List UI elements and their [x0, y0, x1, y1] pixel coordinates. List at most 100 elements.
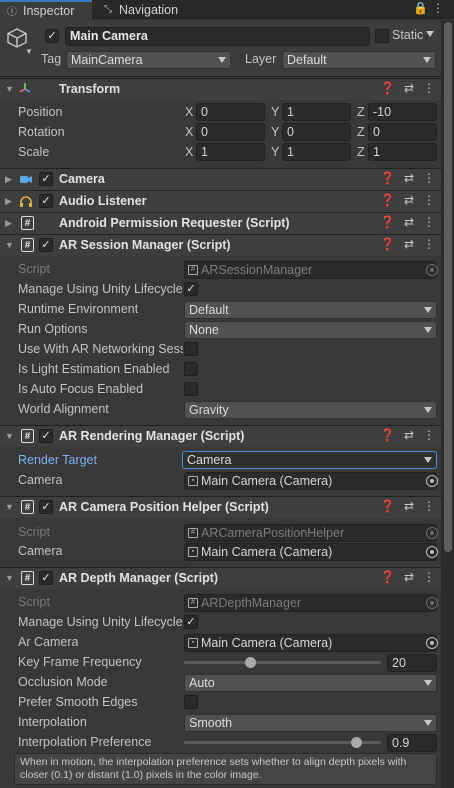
axis-y-label[interactable]: Y — [271, 125, 279, 139]
help-icon[interactable]: ❓ — [380, 428, 395, 442]
help-icon[interactable]: ❓ — [380, 81, 395, 95]
preset-icon[interactable]: ⇄ — [404, 428, 414, 442]
preset-icon[interactable]: ⇄ — [404, 171, 414, 185]
foldout-expanded-icon[interactable]: ▼ — [5, 431, 14, 441]
more-menu-icon[interactable]: ⋮ — [423, 428, 435, 442]
foldout-expanded-icon[interactable]: ▼ — [5, 502, 14, 512]
lock-icon[interactable]: 🔒 — [413, 1, 432, 15]
manage-lifecycle-checkbox[interactable]: ✓ — [184, 282, 198, 296]
more-menu-icon[interactable]: ⋮ — [423, 570, 435, 584]
layer-dropdown[interactable]: Default — [282, 51, 436, 69]
interpolation-preference-input[interactable]: 0.9 — [387, 734, 437, 752]
preset-icon[interactable]: ⇄ — [404, 570, 414, 584]
axis-x-label[interactable]: X — [185, 145, 193, 159]
runtime-env-dropdown[interactable]: Default — [184, 301, 437, 319]
axis-x-label[interactable]: X — [185, 125, 193, 139]
preset-icon[interactable]: ⇄ — [404, 81, 414, 95]
render-target-dropdown[interactable]: Camera — [182, 451, 437, 469]
ar-session-manager-header[interactable]: ▼ # ✓ AR Session Manager (Script) ❓ ⇄ ⋮ — [0, 234, 441, 256]
more-menu-icon[interactable]: ⋮ — [423, 81, 435, 95]
occlusion-mode-dropdown[interactable]: Auto — [184, 674, 437, 692]
foldout-collapsed-icon[interactable]: ▶ — [5, 174, 12, 185]
transform-header[interactable]: ▼ Transform ❓ ⇄ ⋮ — [0, 78, 441, 100]
key-frame-frequency-input[interactable]: 20 — [387, 654, 437, 672]
axis-z-label[interactable]: Z — [357, 145, 365, 159]
help-icon[interactable]: ❓ — [380, 237, 395, 251]
axis-z-label[interactable]: Z — [357, 125, 365, 139]
more-menu-icon[interactable]: ⋮ — [423, 499, 435, 513]
camera-enabled-checkbox[interactable]: ✓ — [39, 172, 53, 186]
audio-listener-enabled-checkbox[interactable]: ✓ — [39, 194, 53, 208]
axis-x-label[interactable]: X — [185, 105, 193, 119]
foldout-collapsed-icon[interactable]: ▶ — [5, 196, 12, 207]
scale-y-input[interactable]: 1 — [282, 143, 351, 161]
axis-y-label[interactable]: Y — [271, 105, 279, 119]
help-icon[interactable]: ❓ — [380, 215, 395, 229]
help-icon[interactable]: ❓ — [380, 193, 395, 207]
rotation-z-input[interactable]: 0 — [368, 123, 437, 141]
networking-checkbox[interactable] — [184, 342, 198, 356]
depth-manage-lifecycle-checkbox[interactable]: ✓ — [184, 615, 198, 629]
axis-z-label[interactable]: Z — [357, 105, 365, 119]
cam-pos-camera-field[interactable]: ▪ Main Camera (Camera) — [184, 543, 437, 561]
more-menu-icon[interactable]: ⋮ — [432, 1, 448, 15]
camera-component-header[interactable]: ▶ ✓ Camera ❓ ⇄ ⋮ — [0, 168, 441, 190]
position-x-input[interactable]: 0 — [196, 103, 265, 121]
gameobject-active-checkbox[interactable]: ✓ — [45, 29, 59, 43]
ar-depth-manager-header[interactable]: ▼ # ✓ AR Depth Manager (Script) ❓ ⇄ ⋮ — [0, 567, 441, 589]
preset-icon[interactable]: ⇄ — [404, 499, 414, 513]
object-picker-icon[interactable] — [426, 546, 438, 558]
foldout-expanded-icon[interactable]: ▼ — [5, 240, 14, 250]
ar-rendering-manager-header[interactable]: ▼ # ✓ AR Rendering Manager (Script) ❓ ⇄ ⋮ — [0, 425, 441, 447]
key-frame-frequency-slider-knob[interactable] — [245, 657, 257, 668]
more-menu-icon[interactable]: ⋮ — [423, 237, 435, 251]
more-menu-icon[interactable]: ⋮ — [423, 171, 435, 185]
scale-z-input[interactable]: 1 — [368, 143, 437, 161]
object-picker-icon[interactable] — [426, 637, 438, 649]
foldout-expanded-icon[interactable]: ▼ — [5, 84, 14, 94]
world-alignment-dropdown[interactable]: Gravity — [184, 401, 437, 419]
rendering-enabled-checkbox[interactable]: ✓ — [39, 429, 53, 443]
help-icon[interactable]: ❓ — [380, 171, 395, 185]
ar-camera-position-helper-header[interactable]: ▼ # ✓ AR Camera Position Helper (Script)… — [0, 496, 441, 518]
axis-y-label[interactable]: Y — [271, 145, 279, 159]
cam-pos-enabled-checkbox[interactable]: ✓ — [39, 500, 53, 514]
depth-ar-camera-field[interactable]: ▪ Main Camera (Camera) — [184, 634, 437, 652]
static-dropdown-caret-icon[interactable] — [426, 31, 434, 37]
preset-icon[interactable]: ⇄ — [404, 215, 414, 229]
position-y-input[interactable]: 1 — [282, 103, 351, 121]
run-options-dropdown[interactable]: None — [184, 321, 437, 339]
rotation-y-input[interactable]: 0 — [282, 123, 351, 141]
position-z-input[interactable]: -10 — [368, 103, 437, 121]
static-checkbox[interactable] — [375, 29, 389, 43]
gameobject-name-input[interactable]: Main Camera — [65, 27, 370, 46]
more-menu-icon[interactable]: ⋮ — [423, 215, 435, 229]
icon-dropdown-caret-icon[interactable]: ▼ — [25, 47, 33, 56]
prefer-smooth-edges-checkbox[interactable] — [184, 695, 198, 709]
more-menu-icon[interactable]: ⋮ — [423, 193, 435, 207]
interpolation-dropdown[interactable]: Smooth — [184, 714, 437, 732]
object-picker-icon[interactable] — [426, 475, 438, 487]
tab-navigation[interactable]: ⤡ Navigation — [98, 0, 198, 19]
tag-dropdown[interactable]: MainCamera — [66, 51, 231, 69]
session-enabled-checkbox[interactable]: ✓ — [39, 238, 53, 252]
audio-listener-header[interactable]: ▶ ✓ Audio Listener ❓ ⇄ ⋮ — [0, 190, 441, 212]
foldout-expanded-icon[interactable]: ▼ — [5, 573, 14, 583]
preset-icon[interactable]: ⇄ — [404, 237, 414, 251]
light-estimation-checkbox[interactable] — [184, 362, 198, 376]
scrollbar-thumb[interactable] — [444, 22, 452, 552]
help-icon[interactable]: ❓ — [380, 499, 395, 513]
gameobject-icon[interactable] — [6, 27, 28, 49]
scale-x-input[interactable]: 1 — [196, 143, 265, 161]
depth-enabled-checkbox[interactable]: ✓ — [39, 571, 53, 585]
auto-focus-checkbox[interactable] — [184, 382, 198, 396]
interpolation-preference-slider-knob[interactable] — [351, 737, 363, 748]
tab-inspector[interactable]: ⓘ Inspector — [0, 0, 92, 19]
rotation-x-input[interactable]: 0 — [196, 123, 265, 141]
rendering-camera-field[interactable]: ▪ Main Camera (Camera) — [184, 472, 437, 490]
android-permission-header[interactable]: ▶ # Android Permission Requester (Script… — [0, 212, 441, 234]
foldout-collapsed-icon[interactable]: ▶ — [5, 218, 12, 229]
preset-icon[interactable]: ⇄ — [404, 193, 414, 207]
key-frame-frequency-slider[interactable] — [184, 661, 381, 664]
help-icon[interactable]: ❓ — [380, 570, 395, 584]
